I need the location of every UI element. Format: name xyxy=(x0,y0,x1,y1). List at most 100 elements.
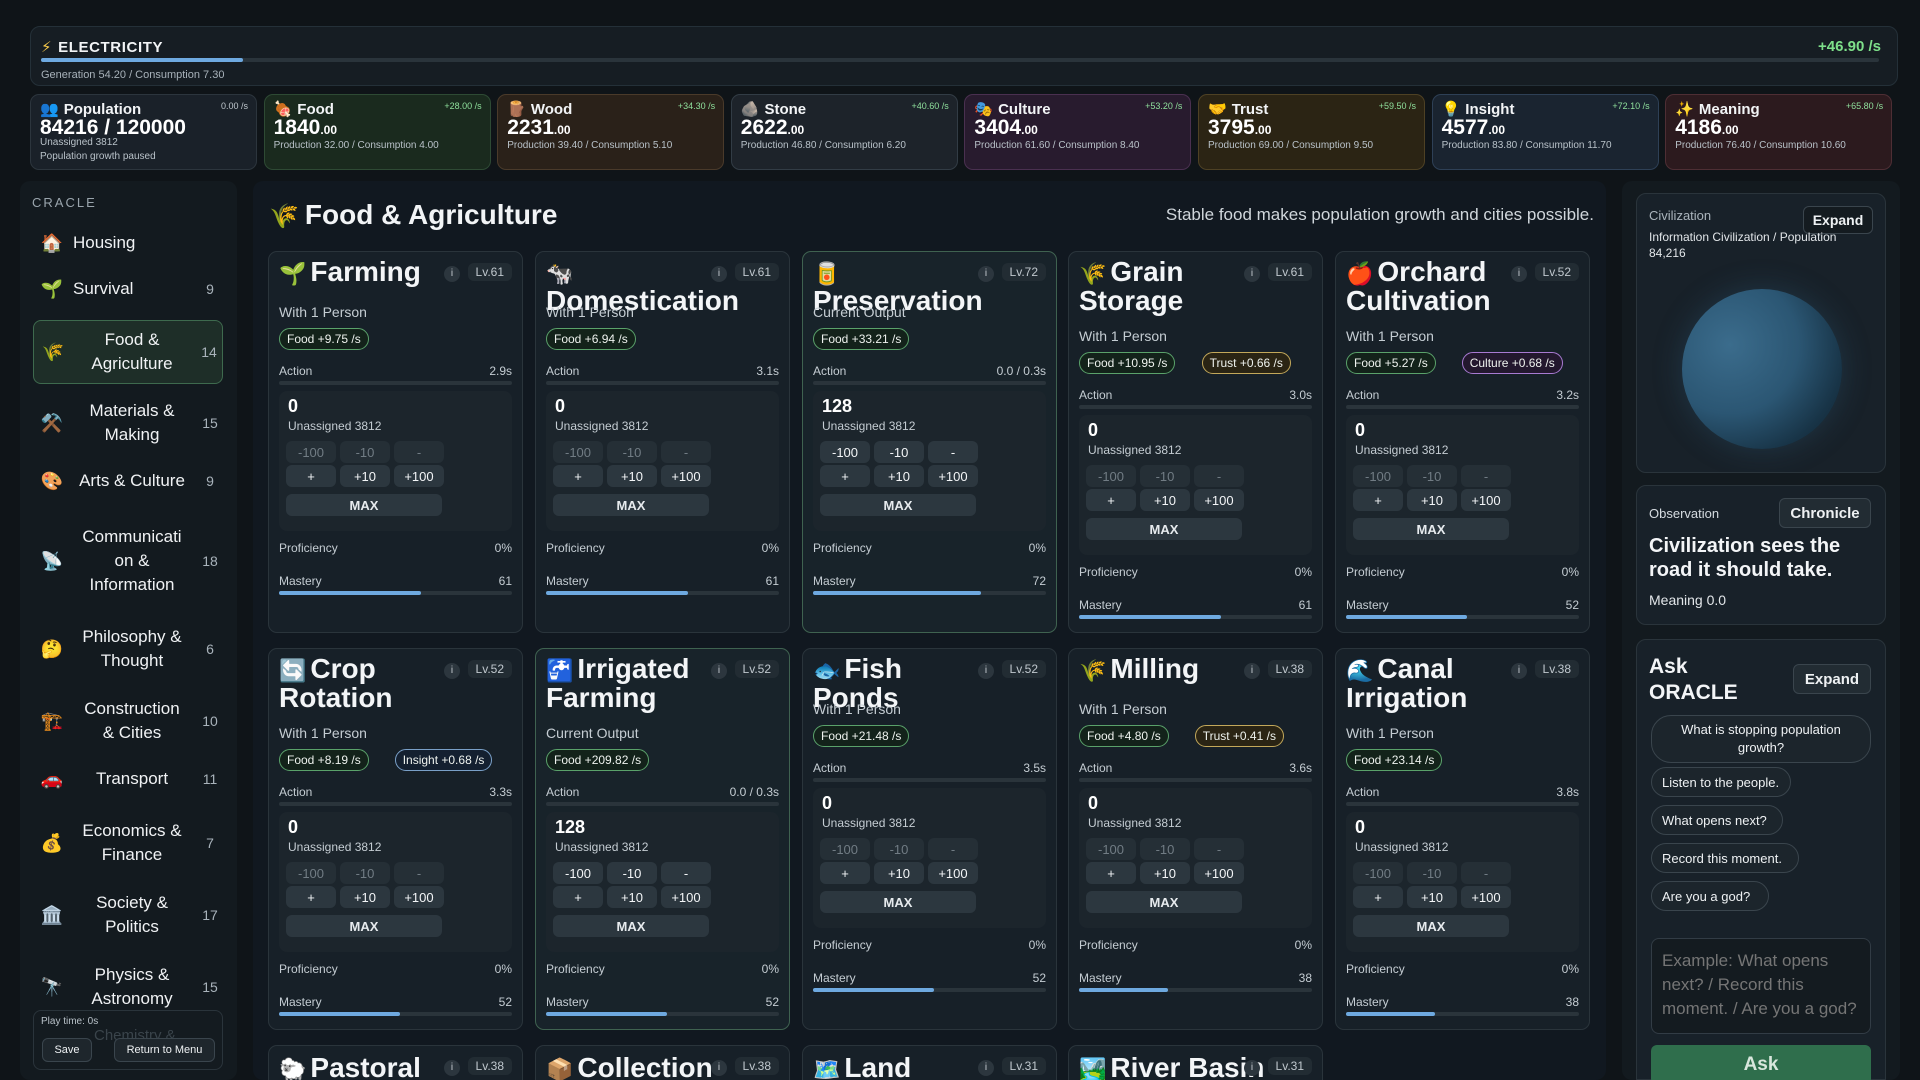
increment-100-button[interactable]: +100 xyxy=(661,886,711,908)
info-icon[interactable]: i xyxy=(444,663,460,679)
return-to-menu-button[interactable]: Return to Menu xyxy=(114,1038,215,1062)
sidebar-item-housing[interactable]: 🏠 Housing xyxy=(33,225,223,261)
decrement-1-button[interactable]: - xyxy=(661,441,711,463)
ask-button[interactable]: Ask xyxy=(1651,1045,1871,1080)
increment-10-button[interactable]: +10 xyxy=(340,465,390,487)
info-icon[interactable]: i xyxy=(978,663,994,679)
chronicle-button[interactable]: Chronicle xyxy=(1779,498,1871,528)
ask-input[interactable] xyxy=(1651,938,1871,1034)
increment-10-button[interactable]: +10 xyxy=(607,886,657,908)
decrement-1-button[interactable]: - xyxy=(1194,838,1244,860)
increment-100-button[interactable]: +100 xyxy=(394,465,444,487)
sidebar-item-philosophy-thought[interactable]: 🤔 Philosophy & Thought 6 xyxy=(33,617,223,681)
info-icon[interactable]: i xyxy=(711,663,727,679)
decrement-1-button[interactable]: - xyxy=(394,862,444,884)
decrement-10-button[interactable]: -10 xyxy=(607,862,657,884)
increment-1-button[interactable]: + xyxy=(820,862,870,884)
decrement-10-button[interactable]: -10 xyxy=(340,441,390,463)
decrement-1-button[interactable]: - xyxy=(1461,862,1511,884)
sidebar-item-transport[interactable]: 🚗 Transport 11 xyxy=(33,761,223,797)
decrement-100-button[interactable]: -100 xyxy=(1086,465,1136,487)
decrement-10-button[interactable]: -10 xyxy=(1407,465,1457,487)
increment-10-button[interactable]: +10 xyxy=(607,465,657,487)
ask-expand-button[interactable]: Expand xyxy=(1793,664,1871,694)
decrement-10-button[interactable]: -10 xyxy=(1140,838,1190,860)
increment-1-button[interactable]: + xyxy=(1086,489,1136,511)
increment-10-button[interactable]: +10 xyxy=(1407,886,1457,908)
increment-1-button[interactable]: + xyxy=(286,465,336,487)
sidebar-item-survival[interactable]: 🌱 Survival 9 xyxy=(33,271,223,307)
decrement-10-button[interactable]: -10 xyxy=(1407,862,1457,884)
decrement-10-button[interactable]: -10 xyxy=(874,441,924,463)
decrement-1-button[interactable]: - xyxy=(394,441,444,463)
info-icon[interactable]: i xyxy=(1244,266,1260,282)
increment-10-button[interactable]: +10 xyxy=(1407,489,1457,511)
increment-1-button[interactable]: + xyxy=(286,886,336,908)
suggestion-chip[interactable]: What is stopping population growth? xyxy=(1651,715,1871,763)
info-icon[interactable]: i xyxy=(978,1060,994,1076)
suggestion-chip[interactable]: Listen to the people. xyxy=(1651,767,1791,797)
decrement-100-button[interactable]: -100 xyxy=(1086,838,1136,860)
increment-100-button[interactable]: +100 xyxy=(928,862,978,884)
max-button[interactable]: MAX xyxy=(820,494,976,516)
sidebar-item-economics-finance[interactable]: 💰 Economics & Finance 7 xyxy=(33,811,223,875)
max-button[interactable]: MAX xyxy=(1086,891,1242,913)
increment-10-button[interactable]: +10 xyxy=(874,862,924,884)
max-button[interactable]: MAX xyxy=(1353,518,1509,540)
info-icon[interactable]: i xyxy=(978,266,994,282)
info-icon[interactable]: i xyxy=(1244,1060,1260,1076)
sidebar-item-food-agriculture[interactable]: 🌾 Food & Agriculture 14 xyxy=(33,320,223,384)
decrement-1-button[interactable]: - xyxy=(1194,465,1244,487)
increment-100-button[interactable]: +100 xyxy=(1461,489,1511,511)
increment-1-button[interactable]: + xyxy=(1086,862,1136,884)
increment-1-button[interactable]: + xyxy=(553,886,603,908)
sidebar-item-arts-culture[interactable]: 🎨 Arts & Culture 9 xyxy=(33,463,223,499)
increment-1-button[interactable]: + xyxy=(820,465,870,487)
max-button[interactable]: MAX xyxy=(553,494,709,516)
decrement-100-button[interactable]: -100 xyxy=(553,862,603,884)
max-button[interactable]: MAX xyxy=(820,891,976,913)
info-icon[interactable]: i xyxy=(1511,663,1527,679)
suggestion-chip[interactable]: What opens next? xyxy=(1651,805,1783,835)
decrement-10-button[interactable]: -10 xyxy=(1140,465,1190,487)
max-button[interactable]: MAX xyxy=(553,915,709,937)
increment-1-button[interactable]: + xyxy=(1353,886,1403,908)
max-button[interactable]: MAX xyxy=(286,494,442,516)
suggestion-chip[interactable]: Record this moment. xyxy=(1651,843,1799,873)
increment-100-button[interactable]: +100 xyxy=(928,465,978,487)
decrement-100-button[interactable]: -100 xyxy=(286,441,336,463)
decrement-100-button[interactable]: -100 xyxy=(1353,862,1403,884)
decrement-1-button[interactable]: - xyxy=(661,862,711,884)
decrement-10-button[interactable]: -10 xyxy=(340,862,390,884)
decrement-10-button[interactable]: -10 xyxy=(607,441,657,463)
decrement-10-button[interactable]: -10 xyxy=(874,838,924,860)
decrement-100-button[interactable]: -100 xyxy=(820,441,870,463)
increment-100-button[interactable]: +100 xyxy=(1194,489,1244,511)
increment-1-button[interactable]: + xyxy=(1353,489,1403,511)
increment-100-button[interactable]: +100 xyxy=(661,465,711,487)
sidebar-item-communicati-on-information[interactable]: 📡 Communicati on & Information 18 xyxy=(33,520,223,602)
increment-10-button[interactable]: +10 xyxy=(1140,862,1190,884)
max-button[interactable]: MAX xyxy=(1353,915,1509,937)
info-icon[interactable]: i xyxy=(711,266,727,282)
increment-100-button[interactable]: +100 xyxy=(394,886,444,908)
increment-10-button[interactable]: +10 xyxy=(1140,489,1190,511)
save-button[interactable]: Save xyxy=(42,1038,92,1062)
increment-10-button[interactable]: +10 xyxy=(874,465,924,487)
max-button[interactable]: MAX xyxy=(1086,518,1242,540)
decrement-100-button[interactable]: -100 xyxy=(1353,465,1403,487)
increment-10-button[interactable]: +10 xyxy=(340,886,390,908)
decrement-100-button[interactable]: -100 xyxy=(286,862,336,884)
info-icon[interactable]: i xyxy=(1511,266,1527,282)
increment-1-button[interactable]: + xyxy=(553,465,603,487)
increment-100-button[interactable]: +100 xyxy=(1194,862,1244,884)
decrement-100-button[interactable]: -100 xyxy=(820,838,870,860)
sidebar-item-society-politics[interactable]: 🏛️ Society & Politics 17 xyxy=(33,883,223,947)
decrement-1-button[interactable]: - xyxy=(928,838,978,860)
info-icon[interactable]: i xyxy=(1244,663,1260,679)
info-icon[interactable]: i xyxy=(444,266,460,282)
sidebar-item-materials-making[interactable]: ⚒️ Materials & Making 15 xyxy=(33,391,223,455)
decrement-1-button[interactable]: - xyxy=(928,441,978,463)
info-icon[interactable]: i xyxy=(711,1060,727,1076)
decrement-100-button[interactable]: -100 xyxy=(553,441,603,463)
